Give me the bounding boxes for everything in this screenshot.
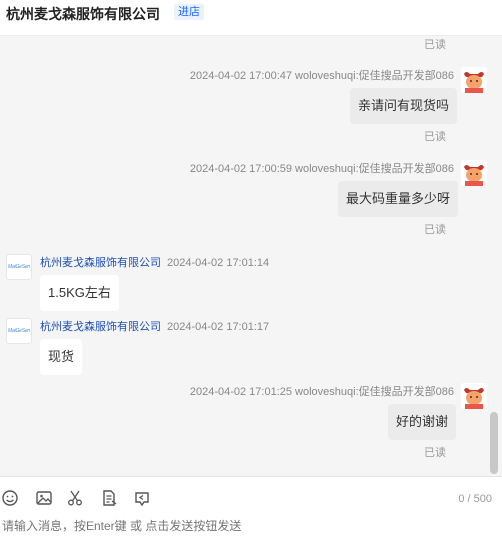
message-bubble[interactable]: 现货 xyxy=(40,339,83,375)
message-bubble[interactable]: 1.5KG左右 xyxy=(40,275,119,311)
history-icon[interactable] xyxy=(132,488,152,508)
message-bubble[interactable]: 好的谢谢 xyxy=(388,404,457,440)
read-receipt: 已读 xyxy=(424,39,446,51)
sender-name[interactable]: 杭州麦戈森服饰有限公司 xyxy=(40,321,161,333)
scissors-icon-svg xyxy=(68,490,82,506)
user-avatar-icon xyxy=(461,160,487,186)
read-receipt: 已读 xyxy=(424,224,446,236)
chat-header: 杭州麦戈森服饰有限公司 进店 xyxy=(0,0,502,36)
user-avatar-icon xyxy=(461,383,487,409)
user-avatar[interactable] xyxy=(461,67,487,93)
char-counter: 0 / 500 xyxy=(458,493,492,505)
scrollbar-thumb[interactable] xyxy=(490,412,498,474)
message-meta: 杭州麦戈森服饰有限公司 2024-04-02 17:01:17 xyxy=(40,318,269,334)
order-icon-svg xyxy=(103,490,117,506)
shop-avatar[interactable]: MaiGeSen xyxy=(6,254,32,280)
emoji-icon[interactable] xyxy=(0,488,20,508)
message-meta: 2024-04-02 17:00:47 woloveshuqi:促佳搜品开发部0… xyxy=(189,70,454,82)
composer: 0 / 500 xyxy=(0,476,502,540)
message-bubble[interactable]: 最大码重量多少呀 xyxy=(338,181,459,217)
message-time: 2024-04-02 17:01:17 xyxy=(167,321,270,333)
message-meta: 2024-04-02 17:01:25 woloveshuqi:促佳搜品开发部0… xyxy=(189,386,454,398)
shop-logo: MaiGeSen xyxy=(7,264,31,270)
shop-name: 杭州麦戈森服饰有限公司 xyxy=(6,6,160,22)
message-bubble[interactable]: 亲请问有现货吗 xyxy=(350,88,458,124)
message-meta: 2024-04-02 17:00:59 woloveshuqi:促佳搜品开发部0… xyxy=(189,163,454,175)
user-avatar[interactable] xyxy=(461,383,487,409)
image-icon[interactable] xyxy=(34,488,54,508)
message-input[interactable] xyxy=(2,519,492,533)
sender-name[interactable]: 杭州麦戈森服饰有限公司 xyxy=(40,257,161,269)
image-icon-svg xyxy=(36,491,52,505)
message-list[interactable]: 已读 2024-04-02 17:00:47 woloveshuqi:促佳搜品开… xyxy=(0,36,502,476)
read-receipt: 已读 xyxy=(424,131,446,143)
emoji-icon-svg xyxy=(2,490,18,506)
user-avatar[interactable] xyxy=(461,160,487,186)
read-receipt: 已读 xyxy=(424,447,446,459)
enter-shop-button[interactable]: 进店 xyxy=(174,4,204,20)
shop-logo: MaiGeSen xyxy=(7,328,31,334)
history-icon-svg xyxy=(135,492,149,507)
user-avatar-icon xyxy=(461,67,487,93)
order-icon[interactable] xyxy=(99,488,119,508)
message-time: 2024-04-02 17:01:14 xyxy=(167,257,270,269)
shop-avatar[interactable]: MaiGeSen xyxy=(6,318,32,344)
message-meta: 杭州麦戈森服饰有限公司 2024-04-02 17:01:14 xyxy=(40,254,269,270)
scissors-icon[interactable] xyxy=(65,488,85,508)
